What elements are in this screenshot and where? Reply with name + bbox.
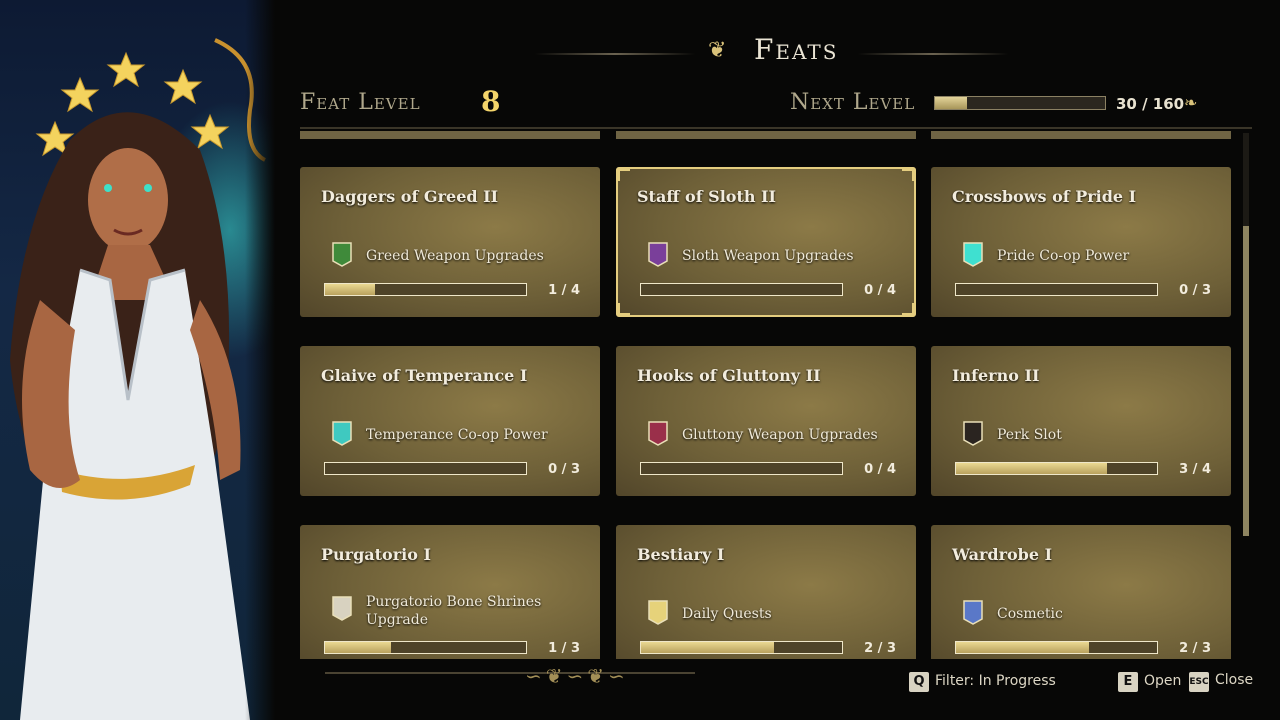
feat-card-progress-bar [640,462,843,475]
feat-card-title: Daggers of Greed II [321,187,499,206]
feat-card-reward: Temperance Co-op Power [366,427,548,443]
header-divider [300,127,1252,129]
feat-card-title: Staff of Sloth II [637,187,777,206]
selection-corner [618,169,630,181]
gluttony-banner-icon [646,420,670,446]
feat-card-title: Crossbows of Pride I [952,187,1137,206]
feat-card-reward: Cosmetic [997,606,1063,622]
feat-card[interactable]: Inferno II Perk Slot 3 / 4 [931,346,1231,496]
feat-card-progress-text: 0 / 4 [864,283,896,298]
footer-divider [325,672,695,674]
selection-corner [618,303,630,315]
open-label: Open [1144,673,1182,689]
feat-card-progress-text: 2 / 3 [864,641,896,656]
q-key-icon: Q [909,672,929,692]
feat-card-progress-bar [324,283,527,296]
laurel-icon: ❦ [708,38,727,63]
temperance-emblem-icon [330,420,354,446]
feat-card-progress-bar [324,641,527,654]
filter-hint[interactable]: Q Filter: In Progress [909,672,1056,692]
feat-card[interactable]: Bestiary I Daily Quests 2 / 3 [616,525,916,659]
feat-card-reward: Greed Weapon Upgrades [366,248,544,264]
feat-level-label: Feat Level [300,90,421,115]
greed-banner-icon [330,241,354,267]
filter-label: Filter: In Progress [935,673,1056,689]
feat-card-title: Inferno II [952,366,1040,385]
feat-card-progress-text: 2 / 3 [1179,641,1211,656]
feat-card-progress-fill [956,463,1107,474]
feat-card-reward: Gluttony Weapon Ugprades [682,427,878,443]
xp-progress-fill [935,97,968,109]
feat-card-title: Glaive of Temperance I [321,366,528,385]
feat-card-progress-bar [955,462,1158,475]
feat-card-title: Wardrobe I [952,545,1053,564]
feat-card-progress-text: 0 / 3 [548,462,580,477]
feat-card-progress-bar [324,462,527,475]
feat-card-progress-bar [640,641,843,654]
feats-grid: Daggers of Greed II Greed Weapon Upgrade… [300,131,1232,659]
next-level-label: Next Level [790,90,916,115]
feat-card-progress-text: 0 / 3 [1179,283,1211,298]
close-hint[interactable]: ESC Close [1189,672,1253,692]
feat-card-progress-bar [955,641,1158,654]
xp-progress-bar [934,96,1106,110]
feat-card-progress-text: 1 / 3 [548,641,580,656]
feat-card-progress-fill [325,642,392,653]
feat-card-reward: Pride Co-op Power [997,248,1130,264]
feat-card-title: Bestiary I [637,545,725,564]
feat-card-progress-text: 1 / 4 [548,283,580,298]
feat-card-title: Purgatorio I [321,545,431,564]
character-illustration [10,38,267,720]
ornament-icon: ∽❦∽❦∽ [525,664,629,688]
feat-card-progress-fill [956,642,1089,653]
feat-card-progress-text: 3 / 4 [1179,462,1211,477]
selection-corner [902,303,914,315]
feat-card-progress-bar [955,283,1158,296]
feat-card-progress-fill [325,284,376,295]
open-hint[interactable]: E Open [1118,672,1181,692]
feat-card-reward: Perk Slot [997,427,1062,443]
feat-card-title: Hooks of Gluttony II [637,366,821,385]
sloth-banner-icon [646,241,670,267]
feat-card[interactable]: Purgatorio I Purgatorio Bone Shrines Upg… [300,525,600,659]
perk-slot-icon [961,420,985,446]
feat-card[interactable]: Wardrobe I Cosmetic 2 / 3 [931,525,1231,659]
xp-progress-text: 30 / 160 [1116,95,1185,113]
feat-card-reward: Sloth Weapon Upgrades [682,248,854,264]
close-label: Close [1215,672,1254,688]
quest-scroll-icon [646,599,670,625]
bone-shrine-icon [330,595,354,621]
feat-card-progress-bar [640,283,843,296]
sprout-icon: ❧ [1184,93,1198,112]
feat-card[interactable]: Glaive of Temperance I Temperance Co-op … [300,346,600,496]
feat-card-progress-text: 0 / 4 [864,462,896,477]
feat-card[interactable]: Hooks of Gluttony II Gluttony Weapon Ugp… [616,346,916,496]
feat-card[interactable]: Daggers of Greed II Greed Weapon Upgrade… [300,167,600,317]
cosmetic-gem-icon [961,599,985,625]
e-key-icon: E [1118,672,1138,692]
page-title: Feats [754,33,839,66]
pride-burst-icon [961,241,985,267]
scrollbar-thumb[interactable] [1243,226,1249,536]
feat-card-reward: Purgatorio Bone Shrines Upgrade [366,594,542,628]
feat-card-reward: Daily Quests [682,606,772,622]
feat-card[interactable]: Crossbows of Pride I Pride Co-op Power 0… [931,167,1231,317]
feat-card-progress-fill [641,642,774,653]
esc-key-icon: ESC [1189,672,1209,692]
character-portrait [0,0,275,720]
selection-corner [902,169,914,181]
feat-card[interactable]: Staff of Sloth II Sloth Weapon Upgrades … [616,167,916,317]
feat-level-value: 8 [481,85,501,118]
